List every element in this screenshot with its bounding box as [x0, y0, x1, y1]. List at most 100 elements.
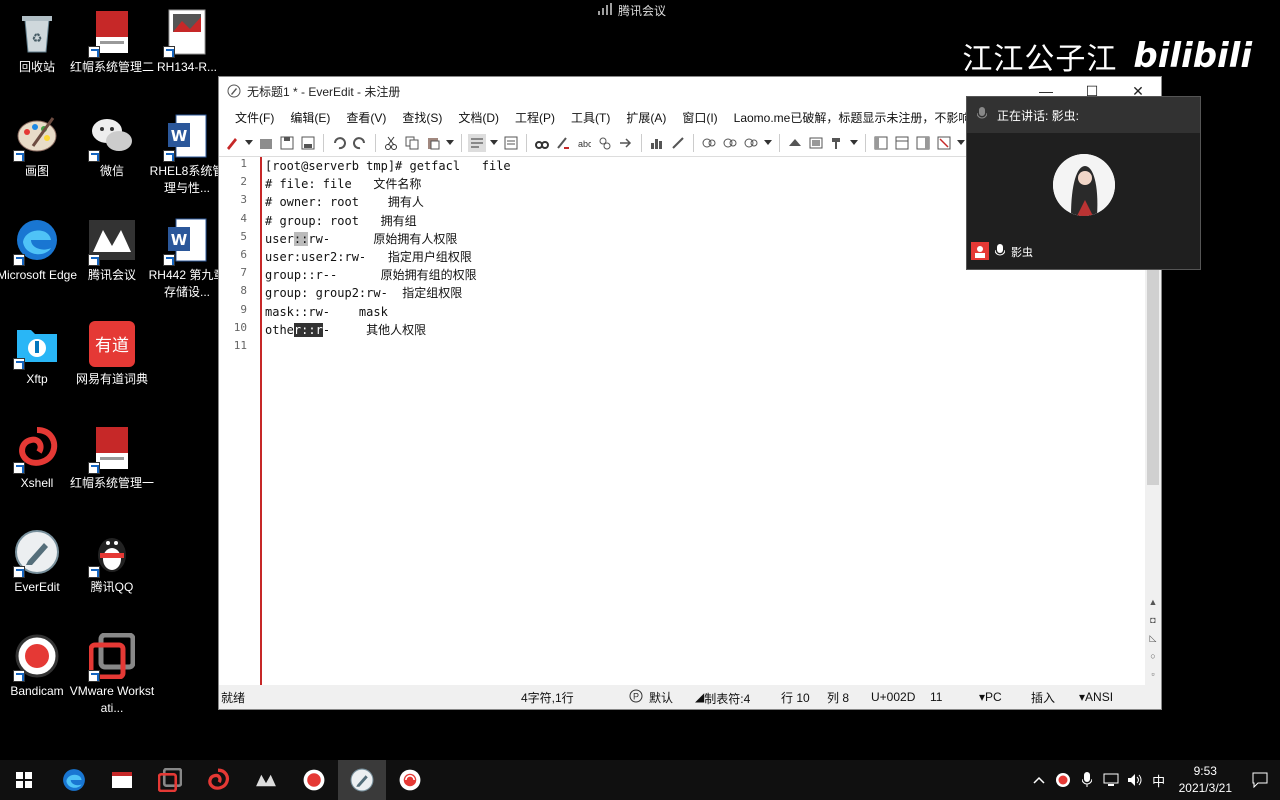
dropdown-arrow-icon[interactable] [763, 134, 773, 152]
menu-window[interactable]: 窗口(I) [674, 109, 725, 126]
line-number: 10 [233, 320, 247, 334]
menu-tools[interactable]: 工具(T) [563, 109, 618, 126]
ime-indicator[interactable]: 中 [1147, 760, 1171, 800]
desktop-icon-edge[interactable]: Microsoft Edge [0, 216, 77, 284]
desktop-icon-qq[interactable]: 腾讯QQ [75, 528, 149, 596]
menu-search[interactable]: 查找(S) [394, 109, 450, 126]
desktop-icon-rh134[interactable]: RH134-R... [150, 8, 224, 76]
bookmark-icon[interactable]: ◘ [1148, 615, 1158, 625]
find-icon[interactable] [533, 134, 551, 152]
macro-record-icon[interactable] [700, 134, 718, 152]
save-all-icon[interactable] [299, 134, 317, 152]
save-icon[interactable] [278, 134, 296, 152]
status-insert[interactable]: 插入 [1031, 689, 1055, 706]
split-icon[interactable]: ▫ [1148, 669, 1158, 679]
marker-icon[interactable]: ◺ [1148, 633, 1158, 643]
macro-play-icon[interactable] [721, 134, 739, 152]
find-next-icon[interactable]: abc [575, 134, 593, 152]
hammer-icon[interactable] [828, 134, 846, 152]
list-icon[interactable] [502, 134, 520, 152]
desktop-icon-bandicam[interactable]: Bandicam [0, 632, 74, 700]
cut-icon[interactable] [382, 134, 400, 152]
desktop-icon-label: 腾讯会议 [87, 268, 136, 282]
code-line[interactable] [265, 339, 1141, 357]
desktop-icon-recycle-bin[interactable]: ♻ 回收站 [0, 8, 74, 76]
taskbar-xshell[interactable] [194, 760, 242, 800]
macro-icon[interactable] [742, 134, 760, 152]
paste-icon[interactable] [424, 134, 442, 152]
notification-icon[interactable] [1240, 760, 1280, 800]
goto-icon[interactable] [617, 134, 635, 152]
taskbar-app-window[interactable] [98, 760, 146, 800]
panel-right-icon[interactable] [914, 134, 932, 152]
status-encoding[interactable]: ▾ ANSI [1079, 690, 1113, 704]
menu-document[interactable]: 文档(D) [450, 109, 507, 126]
code-line[interactable]: other::r- 其他人权限 [265, 321, 1141, 339]
snippet-icon[interactable] [786, 134, 804, 152]
vmware-icon [158, 768, 182, 792]
dropdown-arrow-icon[interactable] [445, 134, 455, 152]
line-number: 11 [233, 338, 247, 352]
desktop-icon-label: Xftp [26, 372, 48, 386]
svg-text:abc: abc [578, 139, 591, 149]
desktop-icon-rhel8[interactable]: W RHEL8系统管理与性... [150, 112, 224, 197]
desktop-icon-redhat-2[interactable]: 红帽系统管理二 [70, 8, 154, 76]
scroll-up-icon[interactable]: ▲ [1148, 597, 1158, 607]
copy-icon[interactable] [403, 134, 421, 152]
desktop-icon-youdao[interactable]: 有道 网易有道词典 [75, 320, 149, 388]
network-icon[interactable] [1099, 760, 1123, 800]
find-in-files-icon[interactable] [596, 134, 614, 152]
desktop-icon-redhat-1[interactable]: 红帽系统管理一 [70, 424, 154, 492]
new-file-icon[interactable] [223, 134, 241, 152]
code-line[interactable]: group: group2:rw- 指定组权限 [265, 284, 1141, 302]
undo-icon[interactable] [330, 134, 348, 152]
desktop-icon-vmware[interactable]: VMware Workstati... [70, 632, 154, 717]
menu-extensions[interactable]: 扩展(A) [618, 109, 674, 126]
menu-edit[interactable]: 编辑(E) [282, 109, 338, 126]
menu-project[interactable]: 工程(P) [507, 109, 563, 126]
desktop-icon-paint[interactable]: 画图 [0, 112, 74, 180]
taskbar-screen-recorder[interactable] [386, 760, 434, 800]
meeting-speaker-panel[interactable]: 正在讲话: 影虫: 影虫 [966, 96, 1201, 270]
status-mode[interactable]: 默认 [649, 689, 673, 706]
taskbar-everedit[interactable] [338, 760, 386, 800]
panel-left-icon[interactable] [872, 134, 890, 152]
meeting-top-bar[interactable]: 腾讯会议 [598, 2, 666, 19]
status-tab[interactable]: ◢ 制表符:4 [695, 690, 750, 706]
parking-icon[interactable]: P [629, 689, 643, 706]
taskbar-vmware[interactable] [146, 760, 194, 800]
image-icon[interactable] [807, 134, 825, 152]
wrap-icon[interactable] [468, 133, 486, 152]
record-tray-icon[interactable] [1051, 760, 1075, 800]
replace-icon[interactable] [554, 134, 572, 152]
open-icon[interactable] [257, 134, 275, 152]
dropdown-arrow-icon[interactable] [849, 134, 859, 152]
desktop-icon-tencent-meeting[interactable]: 腾讯会议 [75, 216, 149, 284]
taskbar-edge[interactable] [50, 760, 98, 800]
dropdown-arrow-icon[interactable] [244, 134, 254, 152]
desktop-icon-xftp[interactable]: Xftp [0, 320, 74, 388]
menu-file[interactable]: 文件(F) [227, 109, 282, 126]
taskbar-tencent-meeting[interactable] [242, 760, 290, 800]
chevron-up-icon[interactable] [1027, 760, 1051, 800]
status-eol[interactable]: ▾ PC [979, 690, 1002, 704]
microphone-icon[interactable] [1075, 760, 1099, 800]
redo-icon[interactable] [351, 134, 369, 152]
taskbar-bandicam[interactable] [290, 760, 338, 800]
desktop-icon-rh442[interactable]: W RH442 第九章 存储设... [149, 216, 225, 301]
code-line[interactable]: mask::rw- mask [265, 303, 1141, 321]
start-button[interactable] [0, 760, 48, 800]
menu-view[interactable]: 查看(V) [338, 109, 394, 126]
chart-icon[interactable] [648, 134, 666, 152]
dropdown-arrow-icon[interactable] [489, 134, 499, 152]
search-icon[interactable]: ○ [1148, 651, 1158, 661]
panel-icon[interactable] [893, 134, 911, 152]
tool-icon[interactable] [669, 134, 687, 152]
desktop-icon-everedit[interactable]: EverEdit [0, 528, 74, 596]
no-entry-icon[interactable] [935, 134, 953, 152]
volume-icon[interactable] [1123, 760, 1147, 800]
desktop-icon-xshell[interactable]: Xshell [0, 424, 74, 492]
desktop-icon-wechat[interactable]: 微信 [75, 112, 149, 180]
clock[interactable]: 9:53 2021/3/21 [1171, 763, 1240, 797]
dropdown-arrow-icon[interactable] [956, 134, 966, 152]
